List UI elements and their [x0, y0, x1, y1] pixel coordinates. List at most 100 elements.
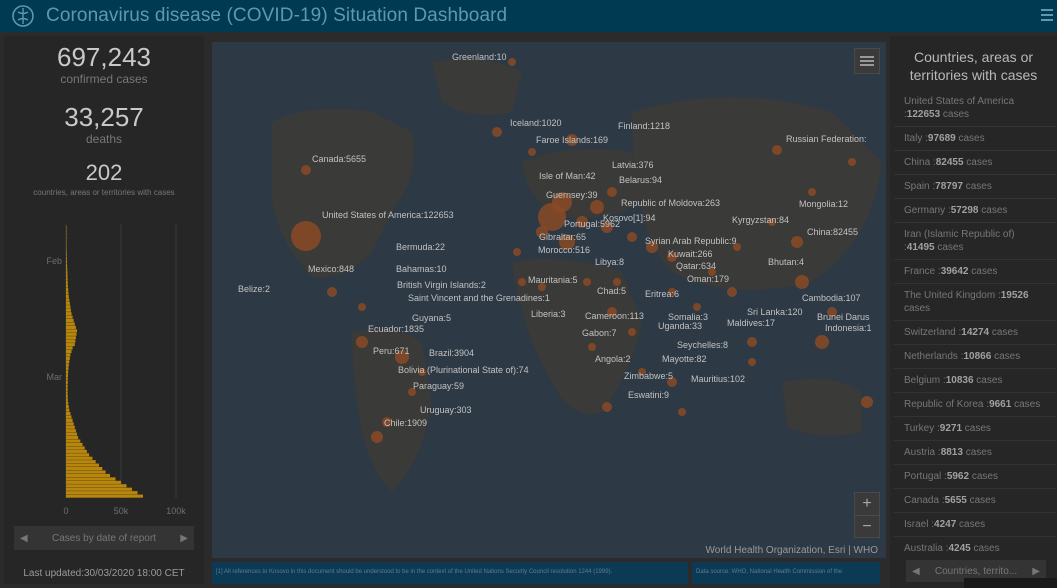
case-bubble[interactable]	[590, 200, 604, 214]
map-country-label[interactable]: Cameroon:113	[585, 311, 644, 321]
case-bubble[interactable]	[613, 278, 621, 286]
case-bubble[interactable]	[602, 402, 612, 412]
map-country-label[interactable]: Cambodia:107	[802, 293, 861, 303]
case-bubble[interactable]	[513, 248, 521, 256]
zoom-out-button[interactable]: −	[855, 515, 879, 537]
case-bubble[interactable]	[808, 188, 816, 196]
map-country-label[interactable]: Faroe Islands:169	[536, 135, 608, 145]
map-country-label[interactable]: Uruguay:303	[420, 405, 472, 415]
country-row[interactable]: Portugal :5962 cases	[894, 465, 1056, 489]
country-row[interactable]: Republic of Korea :9661 cases	[894, 393, 1056, 417]
map-country-label[interactable]: Mexico:848	[308, 264, 354, 274]
case-bubble[interactable]	[301, 165, 311, 175]
chevron-right-icon[interactable]: ▶	[1032, 566, 1040, 577]
map-country-label[interactable]: Canada:5655	[312, 154, 366, 164]
map-country-label[interactable]: Indonesia:1	[825, 323, 872, 333]
country-row[interactable]: Italy :97689 cases	[894, 127, 1056, 151]
map-country-label[interactable]: Chad:5	[597, 286, 626, 296]
map-country-label[interactable]: Finland:1218	[618, 121, 670, 131]
case-bubble[interactable]	[588, 343, 596, 351]
map-country-label[interactable]: Russian Federation:	[786, 134, 867, 144]
map-country-label[interactable]: Saint Vincent and the Grenadines:1	[408, 293, 550, 303]
map-country-label[interactable]: Kyrgyzstan:84	[732, 215, 789, 225]
map-country-label[interactable]: Bahamas:10	[396, 264, 447, 274]
map-country-label[interactable]: Isle of Man:42	[539, 171, 596, 181]
case-bubble[interactable]	[795, 275, 809, 289]
map-country-label[interactable]: Bhutan:4	[768, 257, 804, 267]
map-country-label[interactable]: United States of America:122653	[322, 210, 454, 220]
map-country-label[interactable]: Greenland:10	[452, 52, 507, 62]
legend-list-icon[interactable]	[854, 48, 880, 74]
country-row[interactable]: Australia :4245 cases	[894, 537, 1056, 560]
map-country-label[interactable]: Brazil:3904	[429, 348, 474, 358]
map-country-label[interactable]: Syrian Arab Republic:9	[645, 236, 737, 246]
map-country-label[interactable]: Guernsey:39	[546, 190, 598, 200]
map-country-label[interactable]: Belize:2	[238, 284, 270, 294]
map-country-label[interactable]: Libya:8	[595, 257, 624, 267]
map-country-label[interactable]: Eswatini:9	[628, 390, 669, 400]
case-bubble[interactable]	[358, 303, 366, 311]
case-bubble[interactable]	[748, 358, 756, 366]
country-row[interactable]: China :82455 cases	[894, 151, 1056, 175]
case-bubble[interactable]	[791, 236, 803, 248]
map-country-label[interactable]: Paraguay:59	[413, 381, 464, 391]
country-row[interactable]: Netherlands :10866 cases	[894, 345, 1056, 369]
map-country-label[interactable]: Zimbabwe:5	[624, 371, 673, 381]
case-bubble[interactable]	[492, 127, 502, 137]
map-country-label[interactable]: Qatar:634	[676, 261, 716, 271]
map-country-label[interactable]: Guyana:5	[412, 313, 451, 323]
map-country-label[interactable]: Mayotte:82	[662, 354, 707, 364]
zoom-in-button[interactable]: +	[855, 493, 879, 515]
country-row[interactable]: Belgium :10836 cases	[894, 369, 1056, 393]
map-country-label[interactable]: Ecuador:1835	[368, 324, 424, 334]
case-bubble[interactable]	[815, 335, 829, 349]
case-bubble[interactable]	[727, 287, 737, 297]
map-country-label[interactable]: Kosovo[1]:94	[603, 213, 656, 223]
country-row[interactable]: Turkey :9271 cases	[894, 417, 1056, 441]
map-country-label[interactable]: Angola:2	[595, 354, 631, 364]
country-row[interactable]: United States of America :122653 cases	[894, 90, 1056, 127]
case-bubble[interactable]	[861, 396, 873, 408]
map-country-label[interactable]: Seychelles:8	[677, 340, 728, 350]
map-country-label[interactable]: Gabon:7	[582, 328, 617, 338]
case-bubble[interactable]	[693, 303, 701, 311]
country-row[interactable]: Germany :57298 cases	[894, 199, 1056, 223]
case-bubble[interactable]	[747, 337, 757, 347]
case-bubble[interactable]	[508, 58, 516, 66]
case-bubble[interactable]	[678, 408, 686, 416]
map-country-label[interactable]: Latvia:376	[612, 160, 654, 170]
world-map[interactable]: Greenland:10 Iceland:1020 Finland:1218 Faro…	[212, 42, 886, 558]
case-bubble[interactable]	[627, 232, 637, 242]
chevron-left-icon[interactable]: ◀	[912, 566, 920, 577]
map-country-label[interactable]: Kuwait:266	[668, 249, 713, 259]
case-bubble[interactable]	[628, 328, 636, 336]
map-country-label[interactable]: Belarus:94	[619, 175, 662, 185]
map-country-label[interactable]: Liberia:3	[531, 309, 566, 319]
map-country-label[interactable]: British Virgin Islands:2	[397, 280, 486, 290]
map-country-label[interactable]: Maldives:17	[727, 318, 775, 328]
country-row[interactable]: The United Kingdom :19526 cases	[894, 284, 1056, 321]
case-bubble[interactable]	[607, 187, 617, 197]
map-country-label[interactable]: Morocco:516	[538, 245, 590, 255]
map-country-label[interactable]: Iceland:1020	[510, 118, 562, 128]
map-country-label[interactable]: Chile:1909	[384, 418, 427, 428]
map-country-label[interactable]: Mauritania:5	[528, 275, 578, 285]
country-row[interactable]: Switzerland :14274 cases	[894, 321, 1056, 345]
case-bubble[interactable]	[291, 221, 321, 251]
map-country-label[interactable]: China:82455	[807, 227, 858, 237]
country-row[interactable]: France :39642 cases	[894, 260, 1056, 284]
case-bubble[interactable]	[356, 336, 368, 348]
chevron-right-icon[interactable]: ▶	[180, 533, 188, 544]
map-country-label[interactable]: Mauritius:102	[691, 374, 745, 384]
case-bubble[interactable]	[848, 158, 856, 166]
map-country-label[interactable]: Bermuda:22	[396, 242, 445, 252]
case-bubble[interactable]	[327, 287, 337, 297]
country-row[interactable]: Austria :8813 cases	[894, 441, 1056, 465]
map-country-label[interactable]: Uganda:33	[658, 321, 702, 331]
map-country-label[interactable]: Gibraltar:65	[539, 232, 586, 242]
country-row[interactable]: Israel :4247 cases	[894, 513, 1056, 537]
countries-list[interactable]: United States of America :122653 cases It…	[894, 90, 1056, 560]
case-bubble[interactable]	[528, 148, 536, 156]
map-country-label[interactable]: Brunei Darus	[817, 312, 870, 322]
country-row[interactable]: Iran (Islamic Republic of) :41495 cases	[894, 223, 1056, 260]
